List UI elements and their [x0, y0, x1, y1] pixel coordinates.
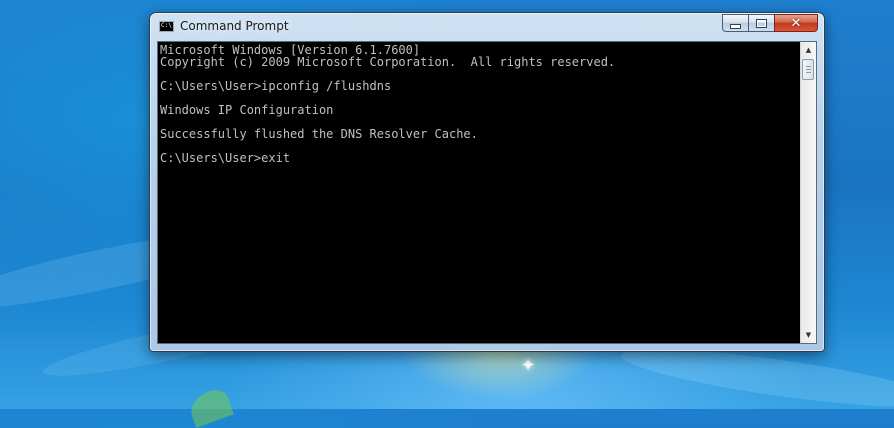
close-icon: ✕ — [790, 15, 802, 31]
console-area: Microsoft Windows [Version 6.1.7600] Copy… — [157, 41, 817, 344]
console-output[interactable]: Microsoft Windows [Version 6.1.7600] Copy… — [158, 42, 800, 343]
console-line: C:\Users\User>exit — [160, 151, 291, 165]
wallpaper-leaf — [186, 386, 234, 428]
scrollbar-thumb[interactable] — [802, 59, 814, 80]
scrollbar-grip-icon — [806, 66, 811, 73]
wallpaper-sparkle-icon: ✦ — [520, 355, 536, 376]
console-line: Windows IP Configuration — [160, 103, 334, 117]
command-prompt-window[interactable]: C:\ Command Prompt ✕ Microsoft Windows [… — [149, 12, 825, 352]
maximize-button[interactable] — [748, 14, 774, 32]
maximize-icon — [756, 18, 767, 28]
close-button[interactable]: ✕ — [774, 14, 818, 32]
scroll-up-icon[interactable]: ▲ — [801, 42, 816, 58]
console-line: Copyright (c) 2009 Microsoft Corporation… — [160, 55, 616, 69]
caption-buttons: ✕ — [722, 14, 818, 33]
console-line: C:\Users\User>ipconfig /flushdns — [160, 79, 392, 93]
console-line: Successfully flushed the DNS Resolver Ca… — [160, 127, 478, 141]
minimize-button[interactable] — [722, 14, 748, 32]
title-bar[interactable]: C:\ Command Prompt ✕ — [150, 13, 824, 41]
cmd-icon[interactable]: C:\ — [159, 21, 174, 32]
scroll-down-icon[interactable]: ▼ — [801, 327, 816, 343]
vertical-scrollbar[interactable]: ▲ ▼ — [800, 42, 816, 343]
minimize-icon — [730, 23, 741, 29]
window-title: Command Prompt — [180, 19, 289, 33]
